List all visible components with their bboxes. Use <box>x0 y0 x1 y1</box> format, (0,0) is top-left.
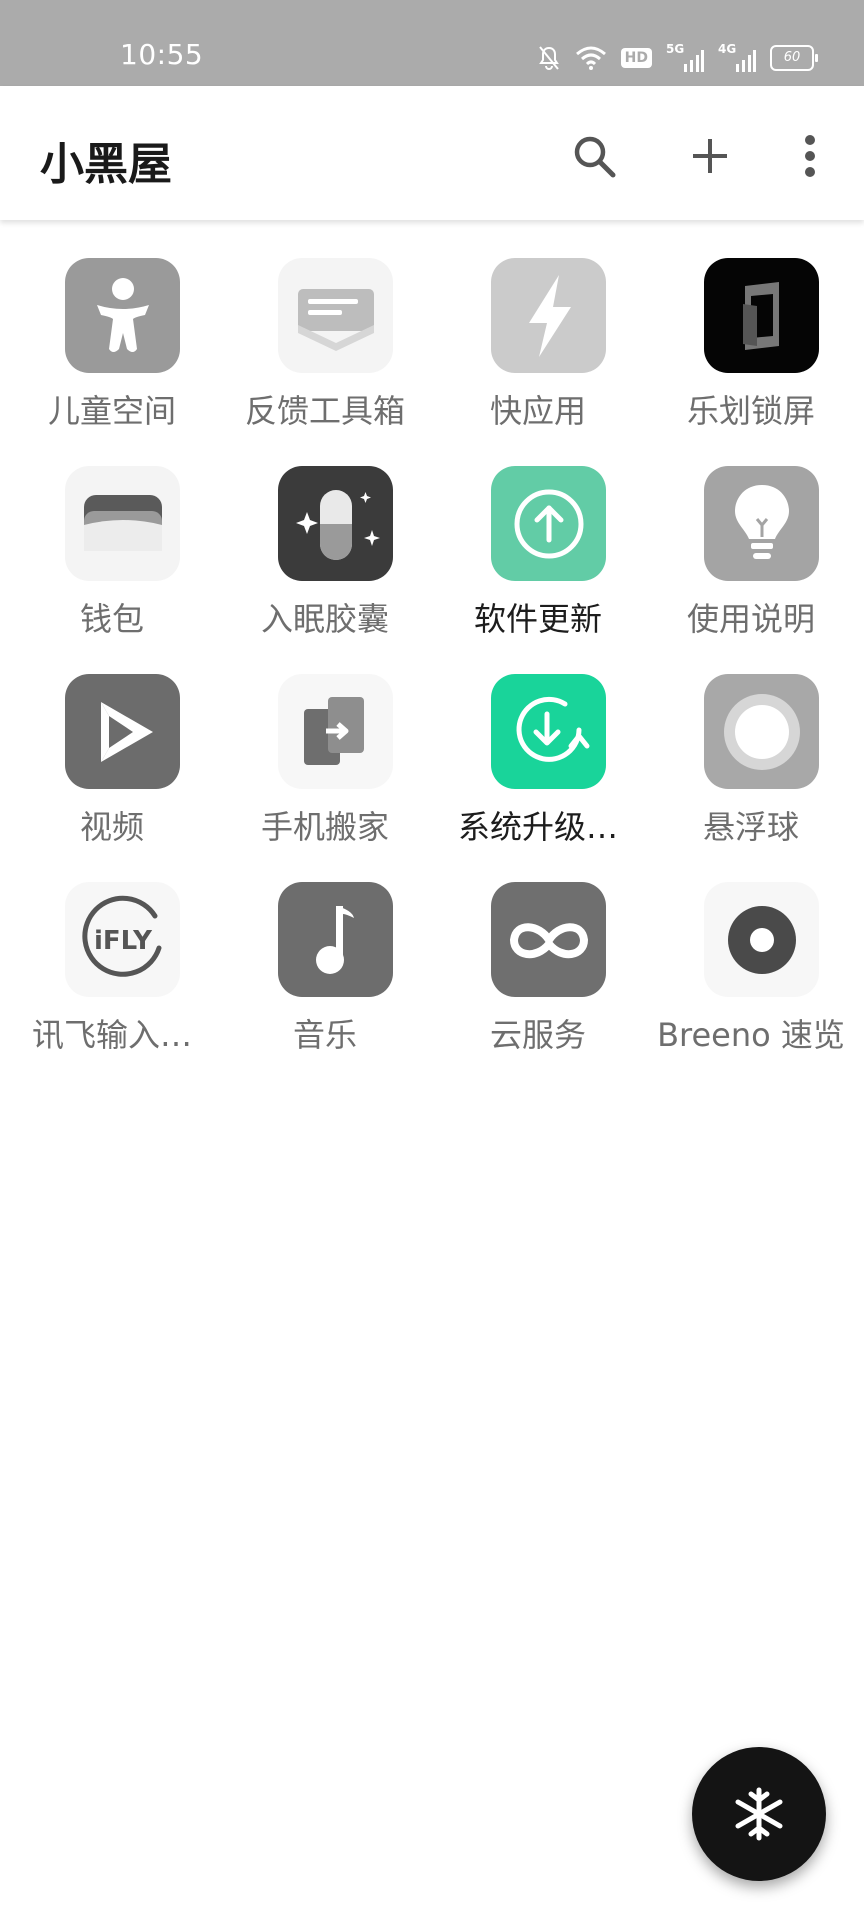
breeno-icon <box>704 882 819 997</box>
more-icon <box>805 135 815 177</box>
app-item-software-update[interactable]: 软件更新 <box>432 458 644 668</box>
capsule-icon <box>278 466 393 581</box>
app-label: 系统升级… <box>457 808 618 846</box>
search-button[interactable] <box>564 126 624 186</box>
ifly-icon: iFLY <box>65 882 180 997</box>
music-note-icon <box>278 882 393 997</box>
lockscreen-icon <box>704 258 819 373</box>
cloud-infinity-icon <box>491 882 606 997</box>
phone-move-icon <box>278 674 393 789</box>
app-item-music[interactable]: 音乐 <box>219 874 431 1084</box>
app-label: 讯飞输入… <box>31 1016 192 1054</box>
add-icon <box>693 139 727 173</box>
bulb-icon <box>704 466 819 581</box>
kid-icon <box>65 258 180 373</box>
app-item-user-guide[interactable]: 使用说明 <box>645 458 857 668</box>
app-item-cloud-service[interactable]: 云服务 <box>432 874 644 1084</box>
app-label: 云服务 <box>489 1016 586 1054</box>
app-label: 儿童空间 <box>47 392 176 430</box>
app-item-breeno[interactable]: Breeno 速览 <box>645 874 857 1084</box>
app-label: 反馈工具箱 <box>244 392 405 430</box>
battery-icon: 60 <box>770 45 818 71</box>
app-item-system-update[interactable]: 系统升级… <box>432 666 644 876</box>
more-button[interactable] <box>780 126 840 186</box>
4g-label: 4G <box>718 42 737 56</box>
app-item-phone-clone[interactable]: 手机搬家 <box>219 666 431 876</box>
hd-icon: HD <box>620 48 652 68</box>
app-item-ifly-input[interactable]: iFLY 讯飞输入… <box>6 874 218 1084</box>
search-icon <box>574 136 616 178</box>
page-title: 小黑屋 <box>40 139 172 190</box>
app-label: 音乐 <box>292 1016 357 1054</box>
app-item-wallet[interactable]: 钱包 <box>6 458 218 668</box>
app-label: 手机搬家 <box>260 808 389 846</box>
app-label: 快应用 <box>489 392 586 430</box>
battery-level: 60 <box>783 50 801 65</box>
app-label: 钱包 <box>79 600 144 638</box>
app-item-lockscreen[interactable]: 乐划锁屏 <box>645 250 857 460</box>
lightning-icon <box>491 258 606 373</box>
app-item-float-ball[interactable]: 悬浮球 <box>645 666 857 876</box>
app-item-sleep-capsule[interactable]: 入眠胶囊 <box>219 458 431 668</box>
system-update-icon <box>491 674 606 789</box>
float-ball-icon <box>704 674 819 789</box>
wallet-icon <box>65 466 180 581</box>
app-label: 悬浮球 <box>702 808 799 846</box>
freeze-fab-button[interactable] <box>692 1747 826 1881</box>
app-item-kids-space[interactable]: 儿童空间 <box>6 250 218 460</box>
ifly-text: iFLY <box>93 926 152 956</box>
app-item-quick-app[interactable]: 快应用 <box>432 250 644 460</box>
app-label: 视频 <box>79 808 144 846</box>
5g-label: 5G <box>666 42 685 56</box>
app-item-feedback[interactable]: 反馈工具箱 <box>219 250 431 460</box>
wifi-icon <box>575 46 606 70</box>
status-bar: 10:55 HD 5G 4G 60 <box>0 0 864 86</box>
5g-signal-icon: 5G <box>666 42 704 72</box>
play-icon <box>65 674 180 789</box>
feedback-icon <box>278 258 393 373</box>
snowflake-icon <box>735 1787 783 1841</box>
app-bar: 小黑屋 <box>0 86 864 220</box>
app-label: Breeno 速览 <box>657 1016 845 1054</box>
app-label: 软件更新 <box>473 600 602 638</box>
mute-bell-icon <box>538 46 559 70</box>
app-label: 使用说明 <box>686 600 815 638</box>
4g-signal-icon: 4G <box>718 42 756 72</box>
app-label: 乐划锁屏 <box>686 392 815 430</box>
upload-icon <box>491 466 606 581</box>
status-icons: HD 5G 4G 60 <box>537 42 818 74</box>
status-time: 10:55 <box>120 38 204 71</box>
app-item-video[interactable]: 视频 <box>6 666 218 876</box>
app-label: 入眠胶囊 <box>260 600 389 638</box>
add-button[interactable] <box>680 126 740 186</box>
